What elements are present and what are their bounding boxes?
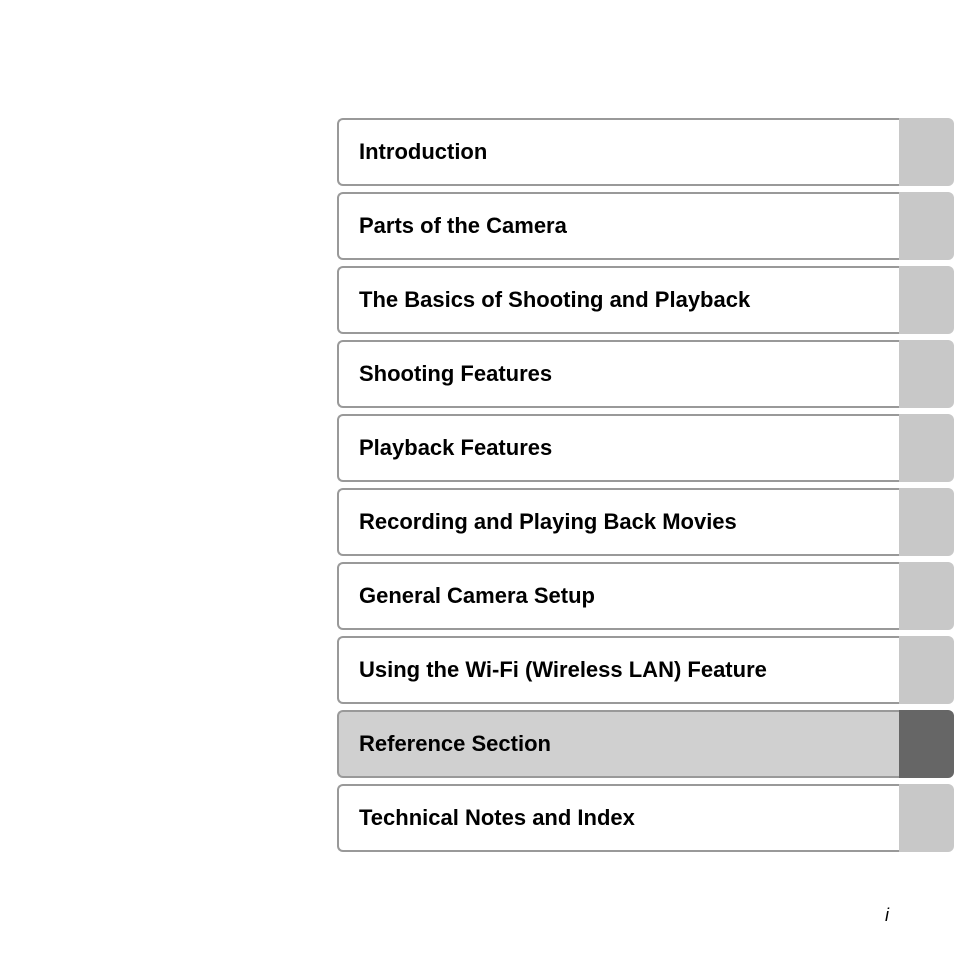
toc-item-playback-features[interactable]: Playback Features — [337, 414, 954, 482]
toc-item-tab-parts-of-camera — [899, 192, 954, 260]
toc-item-main-recording-movies: Recording and Playing Back Movies — [337, 488, 899, 556]
page-number: i — [885, 905, 889, 926]
toc-item-parts-of-camera[interactable]: Parts of the Camera — [337, 192, 954, 260]
toc-item-main-general-camera-setup: General Camera Setup — [337, 562, 899, 630]
toc-item-tab-shooting-features — [899, 340, 954, 408]
toc-item-main-basics-shooting-playback: The Basics of Shooting and Playback — [337, 266, 899, 334]
toc-item-label-technical-notes-index: Technical Notes and Index — [359, 805, 635, 831]
toc-item-label-general-camera-setup: General Camera Setup — [359, 583, 595, 609]
page-container: Introduction Parts of the Camera The Basic… — [0, 0, 954, 954]
toc-item-tab-technical-notes-index — [899, 784, 954, 852]
toc-item-main-wifi-feature: Using the Wi-Fi (Wireless LAN) Feature — [337, 636, 899, 704]
toc-item-introduction[interactable]: Introduction — [337, 118, 954, 186]
toc-item-main-parts-of-camera: Parts of the Camera — [337, 192, 899, 260]
toc-item-reference-section[interactable]: Reference Section — [337, 710, 954, 778]
toc-item-label-wifi-feature: Using the Wi-Fi (Wireless LAN) Feature — [359, 657, 767, 683]
toc-item-label-recording-movies: Recording and Playing Back Movies — [359, 509, 737, 535]
toc-item-tab-wifi-feature — [899, 636, 954, 704]
toc-item-label-parts-of-camera: Parts of the Camera — [359, 213, 567, 239]
toc-item-main-shooting-features: Shooting Features — [337, 340, 899, 408]
toc-item-tab-playback-features — [899, 414, 954, 482]
toc-list: Introduction Parts of the Camera The Basic… — [337, 118, 954, 858]
toc-item-shooting-features[interactable]: Shooting Features — [337, 340, 954, 408]
toc-item-tab-general-camera-setup — [899, 562, 954, 630]
toc-item-tab-reference-section — [899, 710, 954, 778]
toc-item-tab-recording-movies — [899, 488, 954, 556]
toc-item-recording-movies[interactable]: Recording and Playing Back Movies — [337, 488, 954, 556]
toc-item-label-reference-section: Reference Section — [359, 731, 551, 757]
toc-item-label-basics-shooting-playback: The Basics of Shooting and Playback — [359, 287, 750, 313]
toc-item-basics-shooting-playback[interactable]: The Basics of Shooting and Playback — [337, 266, 954, 334]
toc-item-main-introduction: Introduction — [337, 118, 899, 186]
toc-item-main-technical-notes-index: Technical Notes and Index — [337, 784, 899, 852]
toc-item-tab-basics-shooting-playback — [899, 266, 954, 334]
toc-item-general-camera-setup[interactable]: General Camera Setup — [337, 562, 954, 630]
toc-item-main-playback-features: Playback Features — [337, 414, 899, 482]
toc-item-technical-notes-index[interactable]: Technical Notes and Index — [337, 784, 954, 852]
toc-item-label-shooting-features: Shooting Features — [359, 361, 552, 387]
toc-item-label-playback-features: Playback Features — [359, 435, 552, 461]
toc-item-wifi-feature[interactable]: Using the Wi-Fi (Wireless LAN) Feature — [337, 636, 954, 704]
toc-item-tab-introduction — [899, 118, 954, 186]
toc-item-main-reference-section: Reference Section — [337, 710, 899, 778]
toc-item-label-introduction: Introduction — [359, 139, 487, 165]
